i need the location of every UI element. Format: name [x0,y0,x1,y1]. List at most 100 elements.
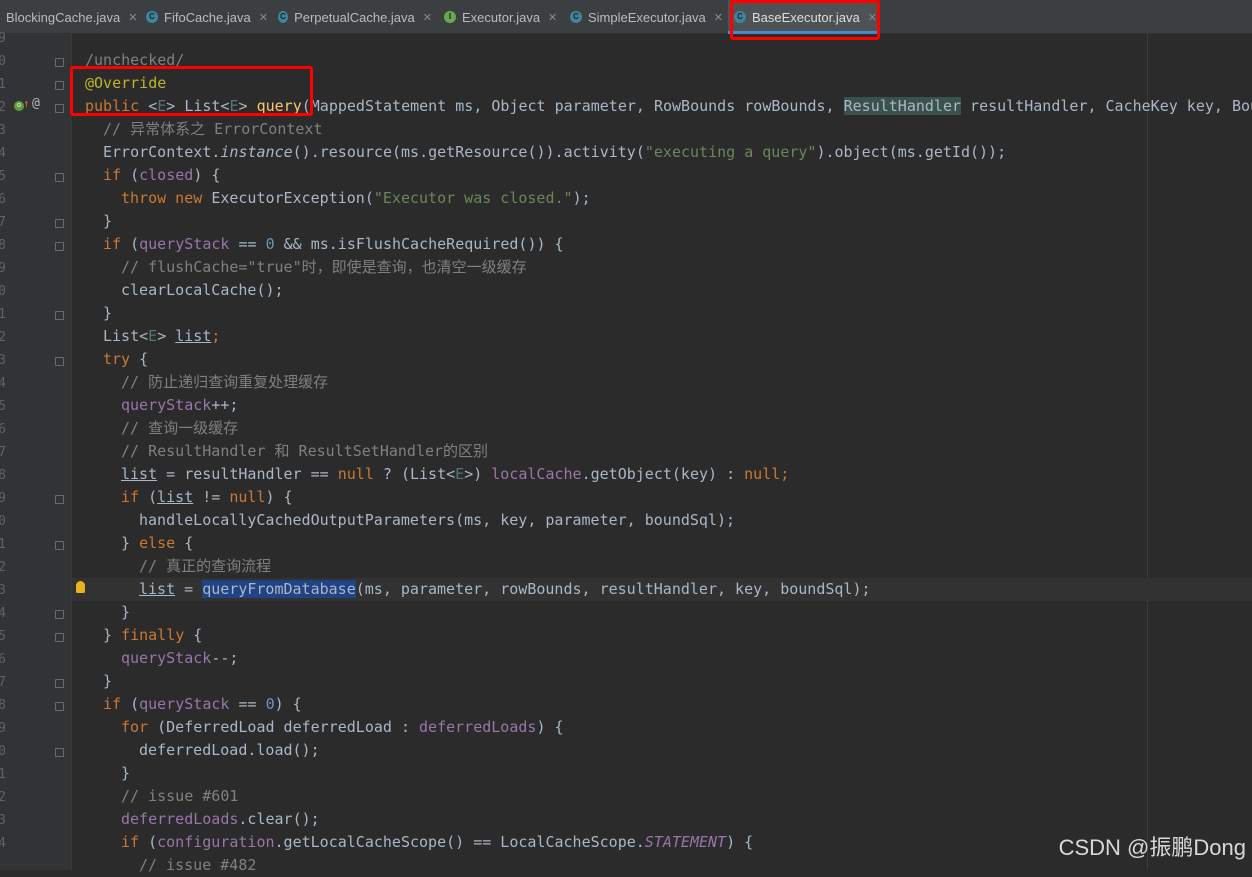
line-number: 5 [0,629,6,644]
code-token: != [193,488,230,506]
code-line: deferredLoad.load(); [139,739,320,762]
tab-blockingcache[interactable]: BlockingCache.java ✕ [0,0,138,34]
code-token: >) [464,465,492,483]
line-number: 8 [0,698,6,713]
code-line: if (configuration.getLocalCacheScope() =… [121,831,753,854]
watermark: CSDN @振鹏Dong [1058,835,1246,860]
line-number: 9 [0,491,6,506]
tab-executor[interactable]: I Executor.java ✕ [438,0,562,34]
code-token: E [229,97,239,115]
code-line: } [103,302,112,325]
code-token: queryStack [139,695,230,713]
code-token: List< [103,327,149,345]
code-token: E [455,465,465,483]
code-line: List<E> list; [103,325,220,348]
close-icon[interactable]: ✕ [128,11,137,24]
fold-marker-icon[interactable] [55,173,64,182]
code-token: ? (List< [373,465,456,483]
fold-marker-icon[interactable] [55,610,64,619]
code-token: ErrorContext. [103,143,221,161]
class-icon: C [734,11,746,23]
implements-up-icon[interactable]: ↑ [23,97,30,110]
close-icon[interactable]: ✕ [548,11,557,24]
tab-perpetualcache[interactable]: C PerpetualCache.java ✕ [272,0,432,34]
fold-marker-icon[interactable] [55,357,64,366]
line-number: 5 [0,169,6,184]
code-token: ) { [274,695,302,713]
code-token: ( [130,166,140,184]
tab-label: PerpetualCache.java [294,9,415,25]
code-line: } [103,210,112,233]
line-number: 8 [0,238,6,253]
code-line: } [121,601,130,624]
override-at-icon[interactable]: @ [32,96,40,111]
code-line: /unchecked/ [85,49,184,72]
line-number: 3 [0,123,6,138]
class-icon: C [146,11,158,23]
fold-marker-icon[interactable] [55,541,64,550]
fold-marker-icon[interactable] [55,679,64,688]
fold-marker-icon[interactable] [55,633,64,642]
tab-fifocache[interactable]: C FifoCache.java ✕ [140,0,268,34]
tab-simpleexecutor[interactable]: C SimpleExecutor.java ✕ [564,0,726,34]
fold-marker-icon[interactable] [55,495,64,504]
string-token: "Executor was closed." [373,189,573,207]
editor-tab-bar: BlockingCache.java ✕ C FifoCache.java ✕ … [0,0,1252,34]
tab-baseexecutor[interactable]: C BaseExecutor.java ✕ [728,0,878,34]
code-token: && ms.isFlushCacheRequired()) { [274,235,564,253]
editor-gutter [0,34,72,870]
line-number: 1 [0,307,6,322]
code-token: .getObject(key) : [581,465,745,483]
code-token: deferredLoads [419,718,537,736]
code-token: (MappedStatement ms, Object parameter, R… [301,97,844,115]
code-editor[interactable]: 9 0 1 2 3 4 5 6 7 8 9 0 1 2 3 4 5 6 7 8 … [0,31,1252,874]
code-token: (DeferredLoad deferredLoad : [157,718,420,736]
code-token: ().resource(ms.getResource()).activity( [292,143,645,161]
code-token: == [229,235,266,253]
selected-token[interactable]: queryFromDatabase [202,580,356,598]
code-token: { [139,350,149,368]
tab-label: BlockingCache.java [6,9,121,25]
code-line: // 异常体系之 ErrorContext [103,118,323,141]
code-line: @Override [85,72,166,95]
line-number: 6 [0,652,6,667]
fold-marker-icon[interactable] [55,219,64,228]
code-token: ++; [211,396,239,414]
code-token: = [175,580,203,598]
code-token: < [148,97,158,115]
fold-marker-icon[interactable] [55,311,64,320]
interface-icon: I [444,11,456,23]
close-icon[interactable]: ✕ [868,11,877,24]
fold-marker-icon[interactable] [55,702,64,711]
code-line: ErrorContext.instance().resource(ms.getR… [103,141,1006,164]
code-line: // 真正的查询流程 [139,555,271,578]
code-line: throw new ExecutorException("Executor wa… [121,187,591,210]
close-icon[interactable]: ✕ [259,11,268,24]
code-token: deferredLoads [121,810,239,828]
fold-marker-icon[interactable] [55,242,64,251]
line-number: 1 [0,767,6,782]
code-token: } [103,212,113,230]
line-number: 0 [0,514,6,529]
code-token: .clear(); [238,810,320,828]
fold-marker-icon[interactable] [55,748,64,757]
line-number: 0 [0,284,6,299]
comment-token: // 防止递归查询重复处理缓存 [121,373,329,391]
close-icon[interactable]: ✕ [714,11,723,24]
line-number: 6 [0,422,6,437]
code-token: = resultHandler == [157,465,338,483]
line-number: 5 [0,399,6,414]
fold-marker-icon[interactable] [55,81,64,90]
fold-marker-icon[interactable] [55,104,64,113]
code-token: 0 [265,235,275,253]
code-line: for (DeferredLoad deferredLoad : deferre… [121,716,564,739]
line-number: 6 [0,192,6,207]
intention-bulb-icon[interactable] [76,581,85,593]
tab-label: SimpleExecutor.java [588,9,706,25]
close-icon[interactable]: ✕ [423,11,432,24]
code-token: list [121,465,158,483]
fold-marker-icon[interactable] [55,58,64,67]
line-number: 1 [0,537,6,552]
code-token: .getLocalCacheScope() == LocalCacheScope… [274,833,645,851]
code-line: queryStack++; [121,394,238,417]
